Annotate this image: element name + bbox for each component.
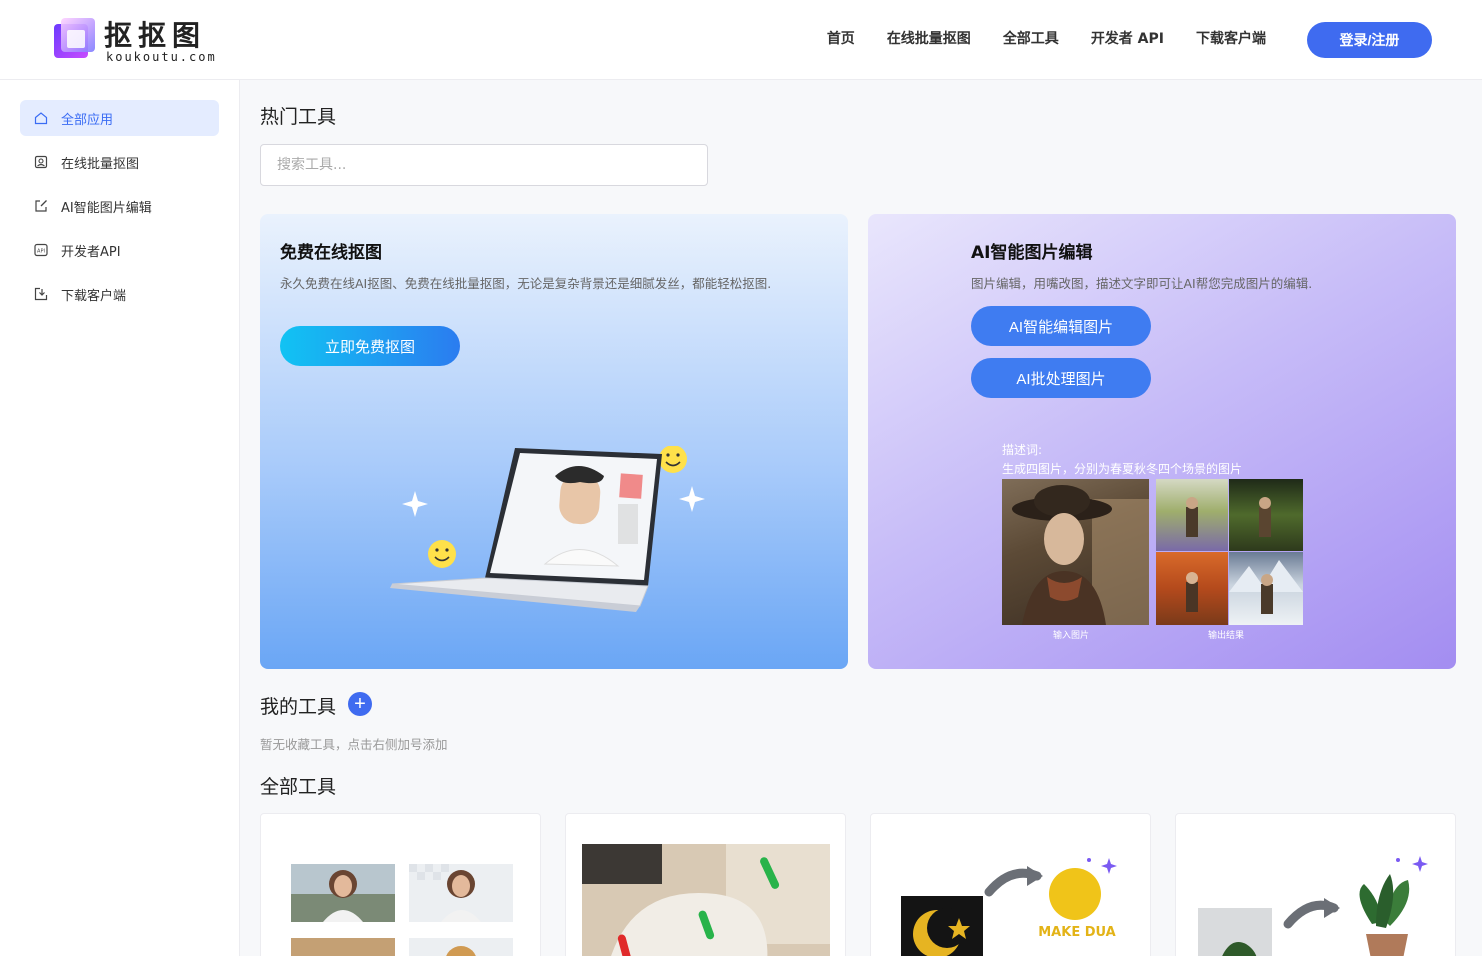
free-cutout-card[interactable]: 免费在线抠图 永久免费在线AI抠图、免费在线批量抠图，无论是复杂背景还是细腻发丝… <box>260 214 848 669</box>
nav-home[interactable]: 首页 <box>827 28 855 48</box>
main-nav: 首页 在线批量抠图 全部工具 开发者 API 下载客户端 <box>827 28 1266 48</box>
ai-batch-process-button[interactable]: AI批处理图片 <box>971 358 1151 398</box>
free-cutout-button[interactable]: 立即免费抠图 <box>280 326 460 366</box>
ai-edit-image-button[interactable]: AI智能编辑图片 <box>971 306 1151 346</box>
sidebar-item-all-apps[interactable]: 全部应用 <box>20 100 219 136</box>
tool-thumbnail: MAKE DUA <box>901 858 1117 956</box>
tool-card[interactable] <box>1175 813 1456 956</box>
tool-thumbnail <box>291 864 513 956</box>
sidebar-item-developer-api[interactable]: API 开发者API <box>20 232 219 268</box>
logo-subtitle: koukoutu.com <box>106 50 217 64</box>
search-input[interactable] <box>260 144 708 186</box>
svg-text:MAKE DUA: MAKE DUA <box>1038 925 1116 940</box>
card-description: 永久免费在线AI抠图、免费在线批量抠图，无论是复杂背景还是细腻发丝，都能轻松抠图… <box>280 276 772 291</box>
ai-image-edit-card[interactable]: AI智能图片编辑 图片编辑，用嘴改图，描述文字即可让AI帮您完成图片的编辑. A… <box>868 214 1456 669</box>
plus-icon: + <box>354 693 366 715</box>
card-title: AI智能图片编辑 <box>971 243 1093 263</box>
output-image-summer <box>1229 479 1303 551</box>
input-image <box>1002 479 1149 625</box>
input-image-caption: 输入图片 <box>1053 631 1090 641</box>
nav-batch-cutout[interactable]: 在线批量抠图 <box>887 28 971 48</box>
output-image-caption: 输出结果 <box>1208 631 1245 641</box>
logo-title: 抠抠图 <box>104 19 207 52</box>
login-register-button[interactable]: 登录/注册 <box>1307 22 1432 58</box>
portrait-icon <box>34 155 48 169</box>
tool-card[interactable] <box>565 813 846 956</box>
home-icon <box>34 111 48 125</box>
download-icon <box>34 287 48 301</box>
sidebar: 全部应用 在线批量抠图 AI智能图片编辑 API 开发者API 下载客户端 <box>0 80 240 956</box>
logo-mark-icon <box>54 18 96 60</box>
laptop-illustration <box>390 446 705 612</box>
card-description: 图片编辑，用嘴改图，描述文字即可让AI帮您完成图片的编辑. <box>971 276 1313 291</box>
api-icon: API <box>34 243 48 257</box>
nav-download-client[interactable]: 下载客户端 <box>1196 28 1266 48</box>
output-image-winter <box>1229 552 1303 625</box>
output-image-spring <box>1156 479 1228 551</box>
add-tool-button[interactable]: + <box>348 692 372 716</box>
sidebar-item-label: 开发者API <box>61 244 121 260</box>
tool-thumbnail <box>582 844 830 956</box>
sidebar-item-label: 下载客户端 <box>61 288 127 304</box>
logo[interactable]: 抠抠图 koukoutu.com <box>54 14 224 66</box>
prompt-label: 描述词: <box>1002 443 1043 457</box>
tool-card[interactable]: MAKE DUA <box>870 813 1151 956</box>
top-header: 抠抠图 koukoutu.com 首页 在线批量抠图 全部工具 开发者 API … <box>0 0 1482 80</box>
all-tools-title: 全部工具 <box>260 776 337 798</box>
prompt-text: 生成四图片，分别为春夏秋冬四个场景的图片 <box>1002 462 1243 476</box>
edit-icon <box>34 199 48 213</box>
output-image-autumn <box>1156 552 1228 625</box>
tool-thumbnail <box>1198 856 1428 956</box>
sidebar-item-label: 全部应用 <box>61 112 114 128</box>
sidebar-item-label: AI智能图片编辑 <box>61 200 152 216</box>
my-tools-empty-note: 暂无收藏工具，点击右侧加号添加 <box>260 737 448 752</box>
main-content: 热门工具 免费在线抠图 永久免费在线AI抠图、免费在线批量抠图，无论是复杂背景还… <box>240 80 1482 956</box>
sidebar-item-download-client[interactable]: 下载客户端 <box>20 276 219 312</box>
hot-tools-title: 热门工具 <box>260 106 337 128</box>
prompt-caption: 描述词: 生成四图片，分别为春夏秋冬四个场景的图片 <box>1002 441 1242 479</box>
card-title: 免费在线抠图 <box>280 243 382 263</box>
nav-developer-api[interactable]: 开发者 API <box>1091 28 1164 48</box>
sidebar-item-batch-cutout[interactable]: 在线批量抠图 <box>20 144 219 180</box>
my-tools-title: 我的工具 <box>260 696 337 718</box>
nav-all-tools[interactable]: 全部工具 <box>1003 28 1059 48</box>
sidebar-item-ai-edit[interactable]: AI智能图片编辑 <box>20 188 219 224</box>
tool-card[interactable] <box>260 813 541 956</box>
svg-text:API: API <box>37 248 45 254</box>
sidebar-item-label: 在线批量抠图 <box>61 156 140 172</box>
